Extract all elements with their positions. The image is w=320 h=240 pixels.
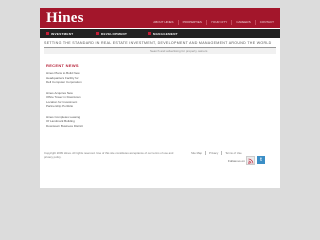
twitter-icon[interactable]: t (257, 156, 265, 164)
news-line: Partnership Portfolio (46, 104, 74, 108)
rss-icon[interactable] (246, 156, 255, 165)
top-nav-item[interactable]: PROPERTIES (177, 20, 206, 25)
news-item[interactable]: Hines Plans to Build New Headquarters Fa… (46, 71, 116, 85)
sub-nav-label: MANAGEMENT (153, 31, 178, 36)
site-header: Hines ABOUT HINES PROPERTIES YOUR CITY C… (40, 8, 280, 28)
page-container: Hines ABOUT HINES PROPERTIES YOUR CITY C… (40, 8, 280, 188)
footer-links: Site Map Privacy Terms of Use (188, 151, 245, 155)
rss-icon-glyph (247, 158, 253, 164)
tagline: SETTING THE STANDARD IN REAL ESTATE INVE… (44, 41, 272, 45)
follow-label: Follow us on (228, 159, 245, 163)
sub-nav-label: DEVELOPMENT (101, 31, 128, 36)
sub-nav-item[interactable]: MANAGEMENT (148, 31, 178, 36)
top-nav-item[interactable]: ABOUT HINES (149, 20, 177, 25)
square-bullet-icon (46, 32, 49, 35)
news-list: Hines Plans to Build New Headquarters Fa… (46, 71, 116, 134)
notice-text: Search and advertising for property owne… (150, 49, 208, 53)
sub-nav-item[interactable]: INVESTMENT (46, 31, 73, 36)
footer-link[interactable]: Site Map (188, 151, 205, 155)
sidebar-title: RECENT NEWS (46, 63, 79, 68)
top-nav-item[interactable]: YOUR CITY (205, 20, 231, 25)
sub-nav-item[interactable]: DEVELOPMENT (96, 31, 127, 36)
hines-logo[interactable]: Hines (46, 10, 84, 26)
sub-nav-label: INVESTMENT (51, 31, 74, 36)
footer-link[interactable]: Terms of Use (221, 151, 244, 155)
news-item[interactable]: Hines Completes Leasing Of Landmark Buil… (46, 115, 116, 129)
news-line: Dell Computer Corporation (46, 80, 82, 84)
news-item[interactable]: Hines Acquires New Office Tower in Downt… (46, 91, 116, 109)
news-line: Downtown Business District (46, 123, 84, 128)
square-bullet-icon (96, 32, 99, 35)
footer-link[interactable]: Privacy (205, 151, 221, 155)
top-nav-item[interactable]: CAREERS (231, 20, 255, 25)
square-bullet-icon (148, 32, 151, 35)
top-nav: ABOUT HINES PROPERTIES YOUR CITY CAREERS… (149, 20, 278, 25)
footer-copyright: Copyright 2009 Hines. All rights reserve… (44, 151, 174, 159)
top-nav-item[interactable]: CONTACT (254, 20, 278, 25)
sub-nav: INVESTMENT DEVELOPMENT MANAGEMENT (40, 29, 280, 38)
